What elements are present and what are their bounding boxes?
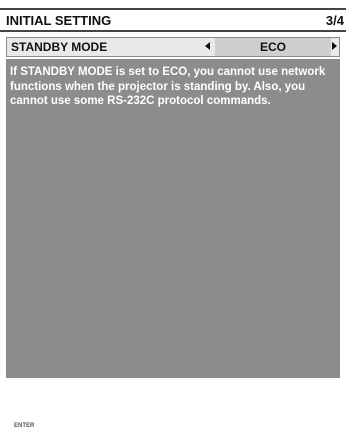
standby-mode-selector[interactable]: ECO [215,38,331,56]
page-indicator: 3/4 [325,13,344,28]
enter-key-icon: ENTER [14,421,34,432]
standby-mode-value: ECO [259,40,286,54]
right-arrow-icon[interactable] [332,42,337,50]
message-panel: If STANDBY MODE is set to ECO, you canno… [6,59,340,434]
left-right-arrows-icon [14,400,28,410]
header-bar: INITIAL SETTING 3/4 [0,8,346,32]
standby-mode-label: STANDBY MODE [11,40,108,54]
info-message: If STANDBY MODE is set to ECO, you canno… [10,66,326,107]
footer-guide: CHANGE ENTER SET [6,390,340,437]
initial-setting-screen: INITIAL SETTING 3/4 STANDBY MODE ECO If … [0,0,346,434]
change-label: CHANGE [56,398,109,412]
standby-mode-row[interactable]: STANDBY MODE ECO [6,37,340,57]
set-label: SET [56,420,80,434]
screen-title: INITIAL SETTING [6,13,112,28]
left-arrow-icon[interactable] [205,42,210,50]
